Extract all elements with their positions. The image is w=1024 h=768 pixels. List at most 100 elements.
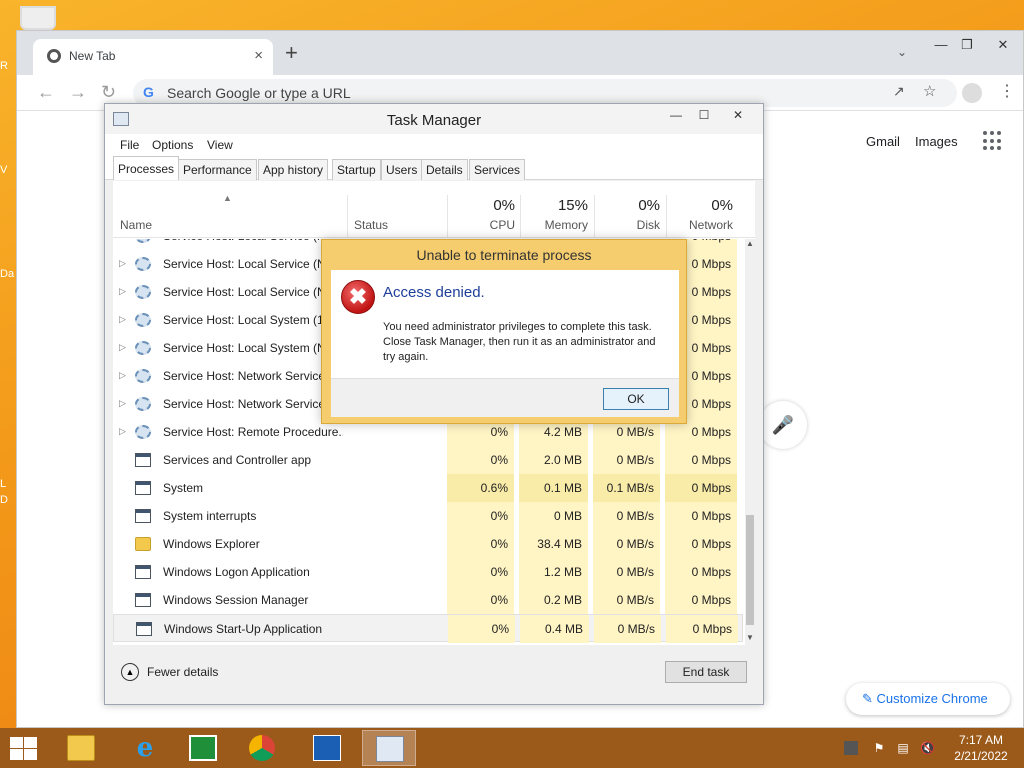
expand-chevron-icon[interactable]: ▷ xyxy=(119,370,126,381)
menu-file[interactable]: File xyxy=(120,138,139,152)
process-network: 0 Mbps xyxy=(691,537,731,551)
clock-time[interactable]: 7:17 AM xyxy=(958,733,1004,747)
chrome-tab-new-tab[interactable]: New Tab × xyxy=(33,39,273,75)
service-gear-icon xyxy=(135,257,151,271)
taskbar-file-explorer[interactable] xyxy=(54,730,108,766)
tab-details[interactable]: Details xyxy=(421,159,468,180)
tab-close-icon[interactable]: × xyxy=(254,47,263,64)
close-icon[interactable]: ✕ xyxy=(983,35,1023,55)
end-task-button[interactable]: End task xyxy=(665,661,747,683)
window-app-icon xyxy=(135,453,151,467)
expand-chevron-icon[interactable]: ▷ xyxy=(119,239,126,241)
table-row[interactable]: Services and Controller app 0% 2.0 MB 0 MB/… xyxy=(113,446,743,474)
taskbar-mail[interactable] xyxy=(300,730,354,766)
process-memory: 0 MB xyxy=(553,509,582,523)
taskbar-internet-explorer[interactable]: e xyxy=(118,730,172,766)
restore-icon[interactable]: ❐ xyxy=(947,35,987,55)
process-list-scrollbar[interactable]: ▲ ▼ xyxy=(745,239,755,645)
tab-app-history[interactable]: App history xyxy=(258,159,329,180)
gmail-link[interactable]: Gmail xyxy=(866,134,900,149)
table-row[interactable]: Windows Logon Application 0% 1.2 MB 0 MB/s 0… xyxy=(113,558,743,586)
process-name: Service Host: Remote Procedure... xyxy=(163,425,343,439)
chrome-menu-kebab-icon[interactable]: ⋮ xyxy=(999,81,1015,101)
collapse-chevron-icon[interactable]: ▲ xyxy=(121,663,139,681)
expand-chevron-icon[interactable]: ▷ xyxy=(119,314,126,325)
tab-performance[interactable]: Performance xyxy=(178,159,257,180)
profile-avatar-icon[interactable] xyxy=(962,83,982,103)
process-name: Service Host: Network Service xyxy=(163,397,326,411)
tab-startup[interactable]: Startup xyxy=(332,159,381,180)
window-app-icon xyxy=(135,593,151,607)
service-gear-icon xyxy=(135,425,151,439)
column-status[interactable]: Status xyxy=(354,218,388,232)
tm-close-icon[interactable]: ✕ xyxy=(723,108,753,122)
tab-processes[interactable]: Processes xyxy=(113,156,180,180)
column-network[interactable]: Network xyxy=(671,218,733,232)
action-center-flag-icon[interactable]: ⚑ xyxy=(872,741,886,755)
expand-chevron-icon[interactable]: ▷ xyxy=(119,286,126,297)
column-cpu[interactable]: CPU xyxy=(453,218,515,232)
column-name[interactable]: Name xyxy=(120,218,152,232)
forward-arrow-icon[interactable]: → xyxy=(69,81,87,103)
expand-chevron-icon[interactable]: ▷ xyxy=(119,258,126,269)
ok-button[interactable]: OK xyxy=(603,388,669,410)
scroll-down-icon[interactable]: ▼ xyxy=(745,633,755,642)
tab-services[interactable]: Services xyxy=(469,159,526,180)
expand-chevron-icon[interactable]: ▷ xyxy=(119,342,126,353)
tab-search-chevron-icon[interactable]: ⌄ xyxy=(897,45,907,59)
back-arrow-icon[interactable]: ← xyxy=(37,81,55,103)
voice-search-mic-icon[interactable]: 🎤 xyxy=(759,401,807,449)
taskbar-store[interactable] xyxy=(176,730,230,766)
customize-chrome-button[interactable]: ✎ Customize Chrome xyxy=(846,683,1010,715)
share-icon[interactable]: ↗ xyxy=(893,83,905,100)
bookmark-star-icon[interactable]: ☆ xyxy=(923,82,936,100)
customize-chrome-label: Customize Chrome xyxy=(876,691,988,706)
dialog-title: Unable to terminate process xyxy=(416,247,592,263)
service-gear-icon xyxy=(135,369,151,383)
taskbar-chrome[interactable] xyxy=(236,730,290,766)
table-row[interactable]: System interrupts 0% 0 MB 0 MB/s 0 Mbps xyxy=(113,502,743,530)
table-row[interactable]: System 0.6% 0.1 MB 0.1 MB/s 0 Mbps xyxy=(113,474,743,502)
tm-minimize-icon[interactable]: — xyxy=(661,108,691,122)
menu-options[interactable]: Options xyxy=(152,138,193,152)
expand-chevron-icon[interactable]: ▷ xyxy=(119,398,126,409)
process-disk: 0 MB/s xyxy=(616,425,654,439)
clock-date[interactable]: 2/21/2022 xyxy=(950,749,1012,763)
tm-maximize-icon[interactable]: ☐ xyxy=(689,108,719,122)
volume-muted-icon[interactable]: 🔇 xyxy=(920,741,935,755)
error-x-icon: ✖ xyxy=(341,280,375,314)
taskbar-task-manager[interactable] xyxy=(362,730,416,766)
menu-view[interactable]: View xyxy=(207,138,233,152)
folder-icon xyxy=(67,735,95,761)
windows-start-icon[interactable] xyxy=(8,736,38,760)
google-apps-grid-icon[interactable] xyxy=(983,131,1003,151)
new-tab-button[interactable]: + xyxy=(285,41,298,65)
recycle-bin-icon[interactable] xyxy=(20,6,56,30)
process-memory: 4.2 MB xyxy=(543,425,582,439)
scroll-up-icon[interactable]: ▲ xyxy=(745,239,755,248)
table-row[interactable]: Windows Session Manager 0% 0.2 MB 0 MB/s 0 M… xyxy=(113,586,743,614)
column-disk[interactable]: Disk xyxy=(599,218,660,232)
process-disk: 0 MB/s xyxy=(616,509,654,523)
column-memory[interactable]: Memory xyxy=(525,218,588,232)
network-total: 0% xyxy=(711,197,733,214)
tab-users[interactable]: Users xyxy=(381,159,423,180)
process-memory: 2.0 MB xyxy=(543,453,582,467)
scrollbar-thumb[interactable] xyxy=(746,515,754,625)
service-gear-icon xyxy=(135,313,151,327)
fewer-details-link[interactable]: Fewer details xyxy=(147,665,218,679)
reload-icon[interactable]: ↻ xyxy=(101,81,116,103)
chrome-tab-strip: New Tab × + ⌄ — ❐ ✕ xyxy=(17,31,1023,75)
sort-ascending-icon: ▲ xyxy=(223,193,232,203)
process-memory: 0.1 MB xyxy=(543,481,582,495)
network-icon[interactable]: ▤ xyxy=(896,741,910,755)
omnibox-placeholder[interactable]: Search Google or type a URL xyxy=(167,85,351,101)
table-row[interactable]: Windows Explorer 0% 38.4 MB 0 MB/s 0 Mbps xyxy=(113,530,743,558)
images-link[interactable]: Images xyxy=(915,134,958,149)
table-row[interactable]: Windows Start-Up Application 0% 0.4 MB 0 MB… xyxy=(113,614,743,643)
expand-chevron-icon[interactable]: ▷ xyxy=(119,426,126,437)
dialog-message: You need administrator privileges to com… xyxy=(383,321,656,363)
process-name: Service Host: Local System (Ne... xyxy=(163,341,343,355)
column-separator xyxy=(666,195,667,238)
tray-show-desktop-icon[interactable] xyxy=(844,741,858,755)
